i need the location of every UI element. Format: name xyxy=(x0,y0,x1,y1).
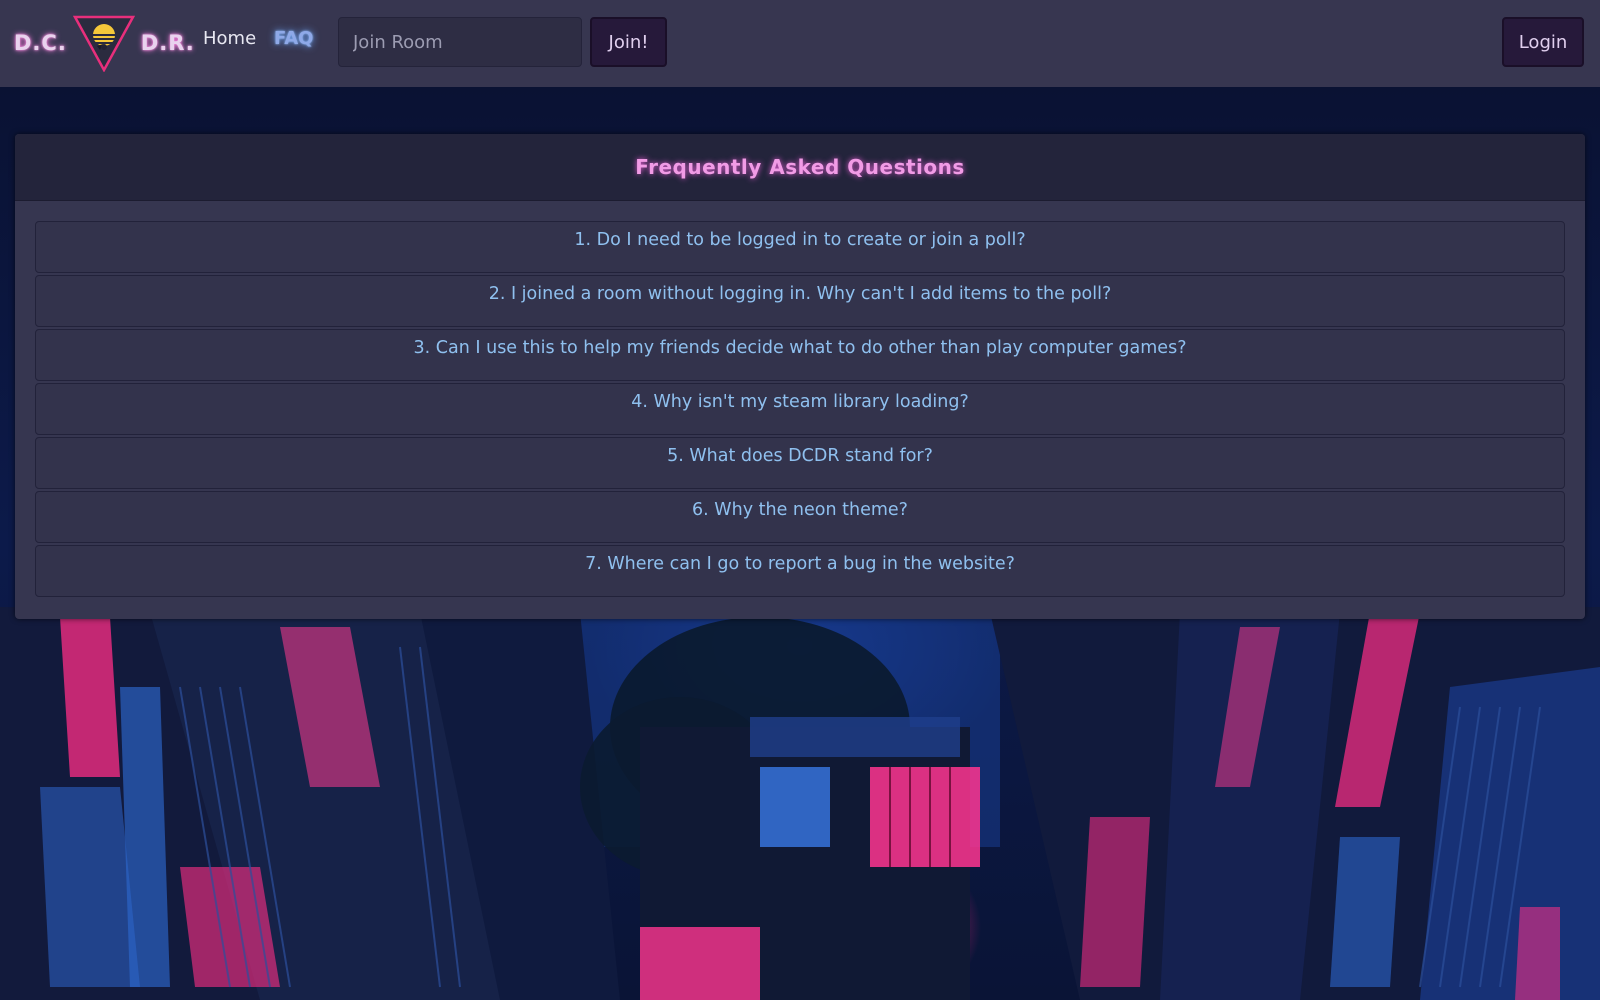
top-navbar: D.C. D.R. Home FAQ Join! Login xyxy=(0,0,1600,87)
faq-question-7[interactable]: 7. Where can I go to report a bug in the… xyxy=(35,545,1565,597)
faq-title: Frequently Asked Questions xyxy=(635,155,965,179)
join-room-input[interactable] xyxy=(338,17,582,67)
faq-card: Frequently Asked Questions 1. Do I need … xyxy=(15,134,1585,619)
faq-question-2[interactable]: 2. I joined a room without logging in. W… xyxy=(35,275,1565,327)
nav-link-faq[interactable]: FAQ xyxy=(274,28,313,49)
faq-question-6[interactable]: 6. Why the neon theme? xyxy=(35,491,1565,543)
nav-link-home[interactable]: Home xyxy=(203,28,256,49)
faq-question-4[interactable]: 4. Why isn't my steam library loading? xyxy=(35,383,1565,435)
login-button[interactable]: Login xyxy=(1502,17,1584,67)
faq-header: Frequently Asked Questions xyxy=(15,134,1585,201)
brand-left-text: D.C. xyxy=(14,31,67,55)
retro-sunset-triangle-icon xyxy=(72,14,135,73)
brand-right-text: D.R. xyxy=(140,31,195,55)
join-button[interactable]: Join! xyxy=(590,17,667,67)
faq-question-1[interactable]: 1. Do I need to be logged in to create o… xyxy=(35,221,1565,273)
faq-question-3[interactable]: 3. Can I use this to help my friends dec… xyxy=(35,329,1565,381)
faq-question-5[interactable]: 5. What does DCDR stand for? xyxy=(35,437,1565,489)
brand-logo-link[interactable]: D.C. D.R. xyxy=(14,14,195,73)
faq-question-list: 1. Do I need to be logged in to create o… xyxy=(35,221,1565,599)
